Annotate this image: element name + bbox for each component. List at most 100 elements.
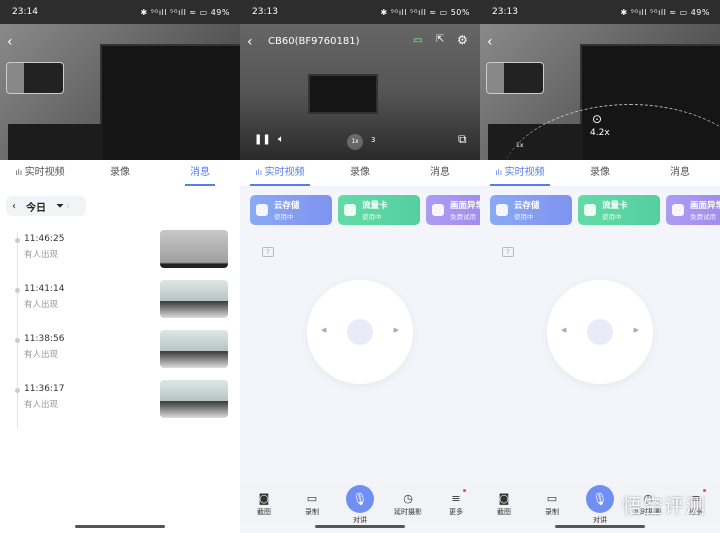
speed-1x-button[interactable]: 1x (347, 134, 363, 150)
data-card-card[interactable]: 流量卡 使用中 (338, 195, 420, 225)
back-icon[interactable]: ‹ (487, 34, 493, 50)
video-icon: ▭ (546, 492, 558, 505)
tab-bar: ılı 实时视频 录像 消息 (240, 160, 480, 186)
tab-live[interactable]: ılı 实时视频 (240, 160, 320, 186)
ptz-joystick[interactable]: ◀ ▶ (307, 280, 413, 384)
help-icon[interactable]: ? (262, 247, 274, 257)
chart-bars-icon: ılı (15, 168, 25, 177)
message-thumbnail[interactable] (160, 230, 228, 268)
button-label: 截图 (257, 508, 271, 516)
list-item[interactable]: 11:36:17 有人出现 (0, 380, 240, 428)
data-card-card[interactable]: 流量卡 使用中 (578, 195, 660, 225)
home-indicator[interactable] (315, 525, 405, 528)
service-cards: 云存储 使用中 流量卡 使用中 画面异常 免费试用 (250, 195, 480, 225)
message-thumbnail[interactable] (160, 330, 228, 368)
talk-button[interactable]: 🎙︎ 对讲 (338, 485, 382, 525)
back-icon[interactable]: ‹ (247, 34, 253, 50)
message-thumbnail[interactable] (160, 380, 228, 418)
zoom-handle-icon[interactable]: ⊙ (592, 112, 602, 126)
date-filter: ‹ 今日 ⏷ › (6, 196, 86, 216)
ptz-joystick[interactable]: ◀ ▶ (547, 280, 653, 384)
anomaly-card[interactable]: 画面异常 免费试用 (666, 195, 720, 225)
tab-messages[interactable]: 消息 (400, 160, 480, 186)
prev-day-icon[interactable]: ‹ (12, 201, 16, 212)
tab-label: 实时视频 (504, 167, 545, 178)
tab-recordings[interactable]: 录像 (80, 160, 160, 186)
timeline-dot (15, 238, 20, 243)
message-desc: 有人出现 (24, 250, 59, 260)
live-video[interactable]: ‹ CB60(BF9760181) ▭ ⇱ ⚙ ❚❚ 🔈︎ 1x 3 ⧉ (240, 24, 480, 160)
tab-recordings[interactable]: 录像 (320, 160, 400, 186)
cloud-storage-card[interactable]: 云存储 使用中 (490, 195, 572, 225)
mic-icon: 🎙︎ (586, 485, 614, 513)
camera-icon: ◙ (258, 492, 270, 505)
tab-live[interactable]: ılı 实时视频 (480, 160, 560, 186)
tab-live[interactable]: ılı 实时视频 (0, 160, 80, 186)
tab-recordings[interactable]: 录像 (560, 160, 640, 186)
more-button[interactable]: ≡ 更多 (434, 489, 478, 517)
card-subtitle: 使用中 (274, 213, 294, 221)
timelapse-icon: ◷ (403, 492, 413, 505)
filter-icon[interactable]: ⏷ (56, 201, 64, 212)
video-scene (308, 74, 378, 114)
message-thumbnail[interactable] (160, 280, 228, 318)
pause-icon[interactable]: ❚❚ (254, 134, 271, 145)
anomaly-card[interactable]: 画面异常 免费试用 (426, 195, 480, 225)
home-indicator[interactable] (555, 525, 645, 528)
home-indicator[interactable] (75, 525, 165, 528)
left-arrow-icon[interactable]: ◀ (321, 326, 326, 334)
menu-icon: ≡ (451, 492, 461, 505)
joystick-handle[interactable] (347, 319, 373, 345)
tab-messages[interactable]: 消息 (640, 160, 720, 186)
right-arrow-icon[interactable]: ▶ (634, 326, 639, 334)
record-button[interactable]: ▭ 录制 (290, 491, 334, 517)
list-item[interactable]: 11:46:25 有人出现 (0, 230, 240, 278)
screenshot-button[interactable]: ◙ 截图 (482, 491, 526, 517)
card-title: 流量卡 (362, 201, 388, 211)
fullscreen-icon[interactable]: ⧉ (458, 132, 467, 147)
zoom-dial[interactable] (500, 104, 720, 160)
record-button[interactable]: ▭ 录制 (530, 491, 574, 517)
button-label: 更多 (449, 508, 463, 516)
card-subtitle: 使用中 (514, 213, 534, 221)
camera-icon (432, 204, 444, 216)
pip-preview[interactable] (6, 62, 64, 94)
volume-icon[interactable]: 🔈︎ (278, 134, 284, 145)
cloud-storage-card[interactable]: 云存储 使用中 (250, 195, 332, 225)
screenshot-button[interactable]: ◙ 截图 (242, 491, 286, 517)
tab-bar: ılı 实时视频 录像 消息 (480, 160, 720, 186)
cloud-icon (496, 204, 508, 216)
message-time: 11:36:17 (24, 384, 65, 394)
live-video[interactable]: ‹ ⊙ 4.2x 1x (480, 24, 720, 160)
battery-icon: ▭ (413, 35, 423, 46)
tab-messages[interactable]: 消息 (160, 160, 240, 186)
timelapse-button[interactable]: ◷ 延时摄影 (386, 491, 430, 517)
tab-label: 实时视频 (264, 167, 305, 178)
message-time: 11:41:14 (24, 284, 65, 294)
share-icon[interactable]: ⇱ (436, 34, 444, 45)
settings-icon[interactable]: ⚙ (457, 33, 468, 47)
pip-preview[interactable] (486, 62, 544, 94)
sim-icon (344, 204, 356, 216)
back-icon[interactable]: ‹ (7, 34, 13, 50)
card-title: 画面异常 (690, 201, 720, 211)
next-day-icon[interactable]: › (66, 201, 70, 212)
list-item[interactable]: 11:41:14 有人出现 (0, 280, 240, 328)
screen-messages: 23:14 ✱ ⁵ᴳıll ⁵ᴳıll ≈ ▭ 49% ‹ ılı 实时视频 录… (0, 0, 240, 533)
card-title: 画面异常 (450, 201, 480, 211)
live-video[interactable]: ‹ (0, 24, 240, 160)
timeline-dot (15, 338, 20, 343)
chart-bars-icon: ılı (255, 168, 265, 177)
right-arrow-icon[interactable]: ▶ (394, 326, 399, 334)
joystick-handle[interactable] (587, 319, 613, 345)
mic-icon: 🎙︎ (346, 485, 374, 513)
status-time: 23:14 (12, 7, 38, 17)
talk-button[interactable]: 🎙︎ 对讲 (578, 485, 622, 525)
cloud-icon (256, 204, 268, 216)
speed-3-button[interactable]: 3 (371, 136, 375, 144)
help-icon[interactable]: ? (502, 247, 514, 257)
left-arrow-icon[interactable]: ◀ (561, 326, 566, 334)
battery-level: 49% (690, 7, 710, 17)
card-subtitle: 免费试用 (450, 213, 476, 221)
list-item[interactable]: 11:38:56 有人出现 (0, 330, 240, 378)
